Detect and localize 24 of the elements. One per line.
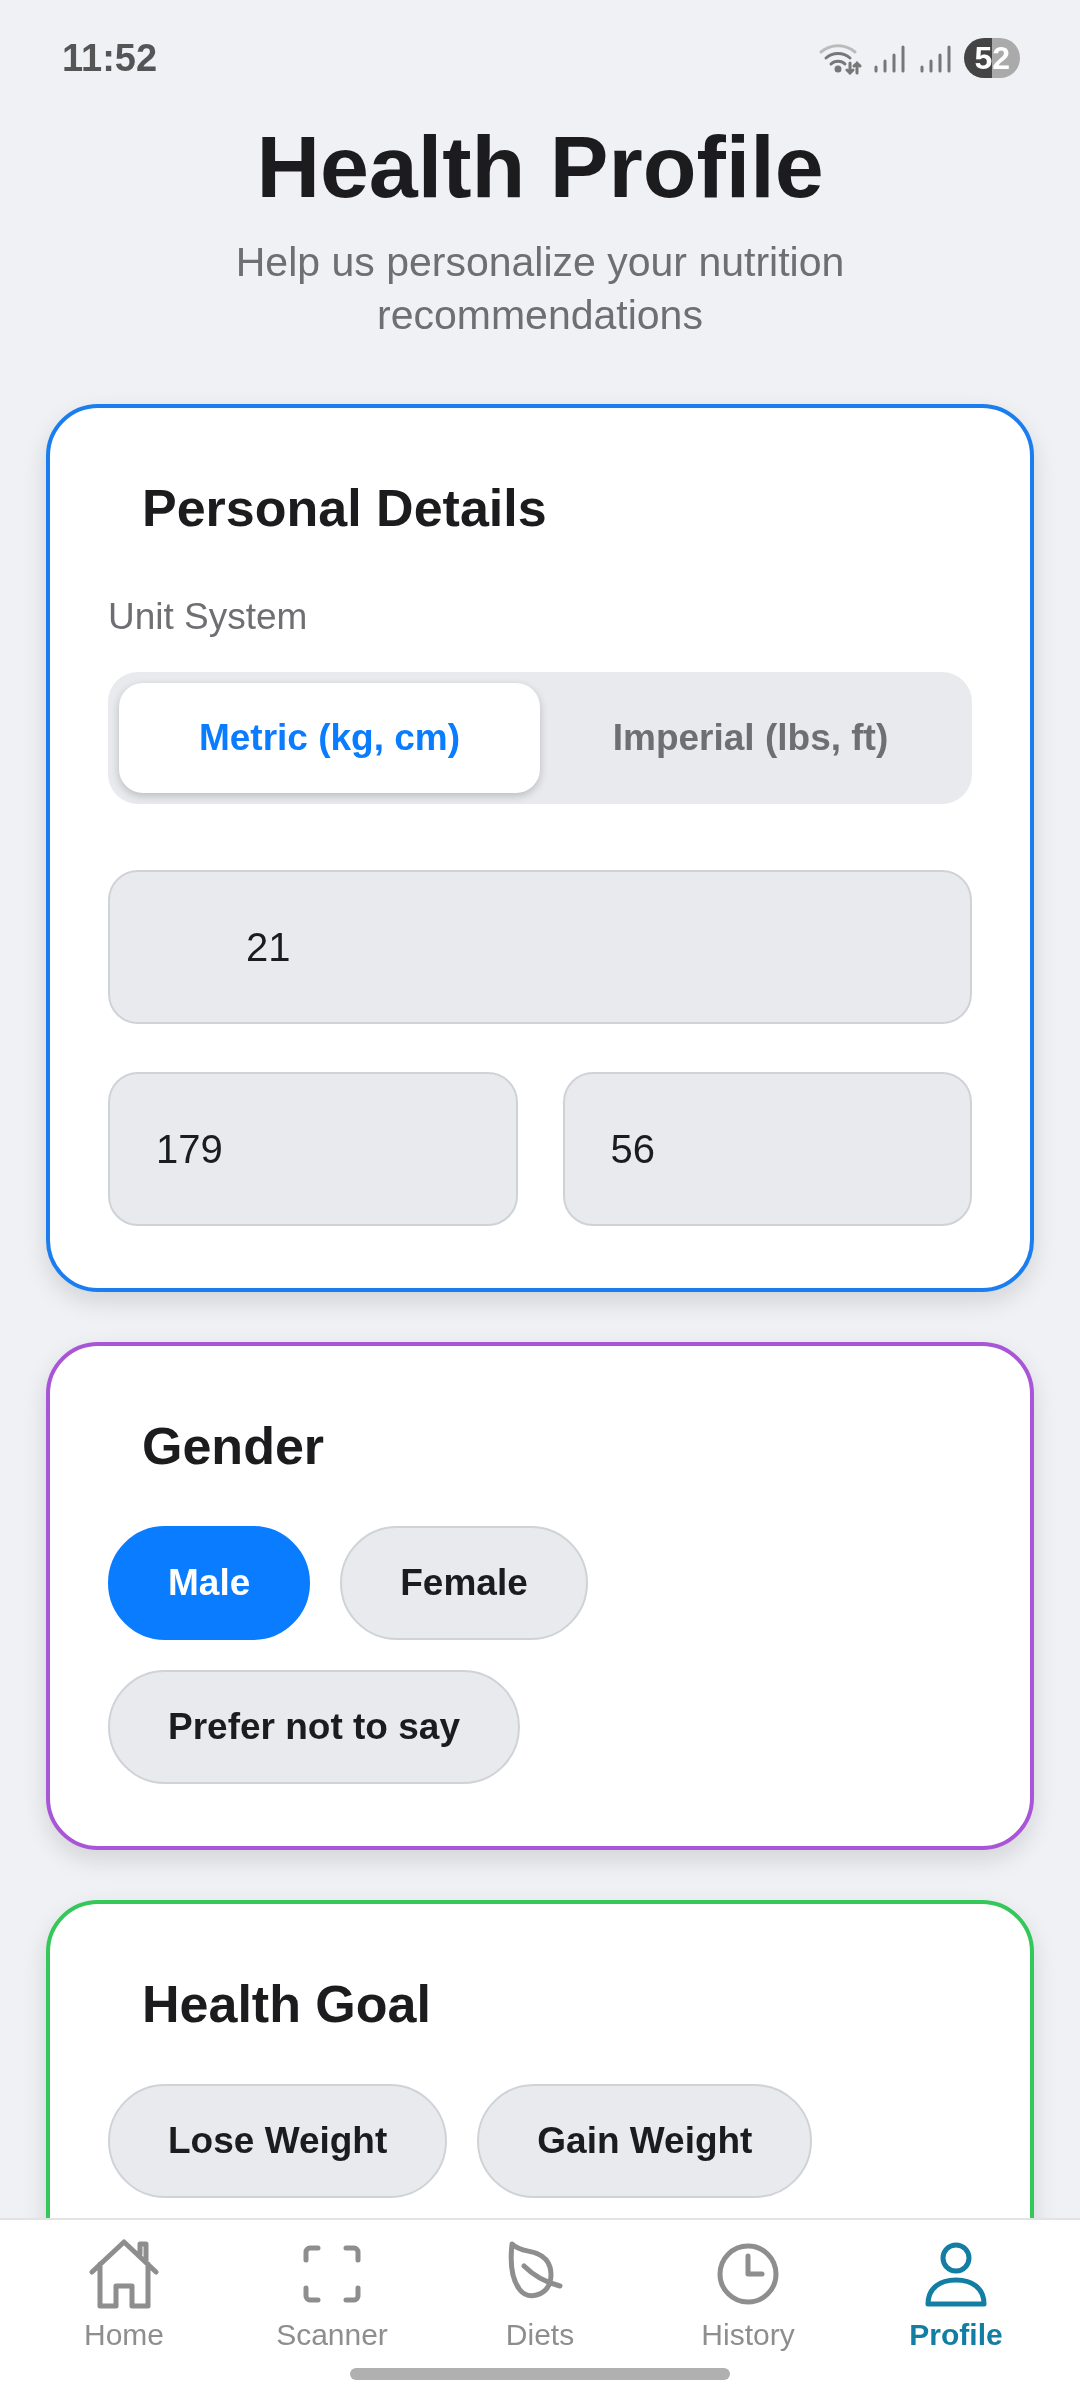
nav-tab[interactable]: Scanner (228, 2220, 436, 2400)
unit-option[interactable]: Metric (kg, cm) (119, 683, 540, 793)
field-label: Unit System (108, 596, 309, 638)
option-chip[interactable]: Gain Weight (477, 2084, 813, 2198)
nav-tab[interactable]: History (644, 2220, 852, 2400)
nav-tab[interactable]: Diets (436, 2220, 644, 2400)
section-title: Personal Details (142, 478, 548, 538)
input-field[interactable]: 21 (108, 870, 972, 1024)
nav-tab[interactable]: Profile (852, 2220, 1060, 2400)
option-chip[interactable]: Lose Weight (108, 2084, 448, 2198)
input-field[interactable]: 56 (562, 1072, 972, 1226)
input-field[interactable]: 179 (108, 1072, 518, 1226)
unit-option[interactable]: Imperial (lbs, ft) (540, 683, 961, 793)
page-subtitle: Help us personalize your nutrition recommendations (234, 238, 846, 340)
option-chip[interactable]: Male (108, 1526, 311, 1640)
option-chip[interactable]: Prefer not to say (108, 1670, 520, 1784)
option-chip[interactable]: Female (340, 1526, 588, 1640)
section-title: Health Goal (142, 1974, 432, 2034)
status-time: 11:52 (62, 36, 158, 80)
page-title: Health Profile (255, 116, 825, 218)
nav-tab[interactable]: Home (20, 2220, 228, 2400)
battery-level: 52 (964, 38, 1020, 78)
wifi-icon (818, 41, 863, 75)
section-title: Gender (142, 1416, 326, 1476)
